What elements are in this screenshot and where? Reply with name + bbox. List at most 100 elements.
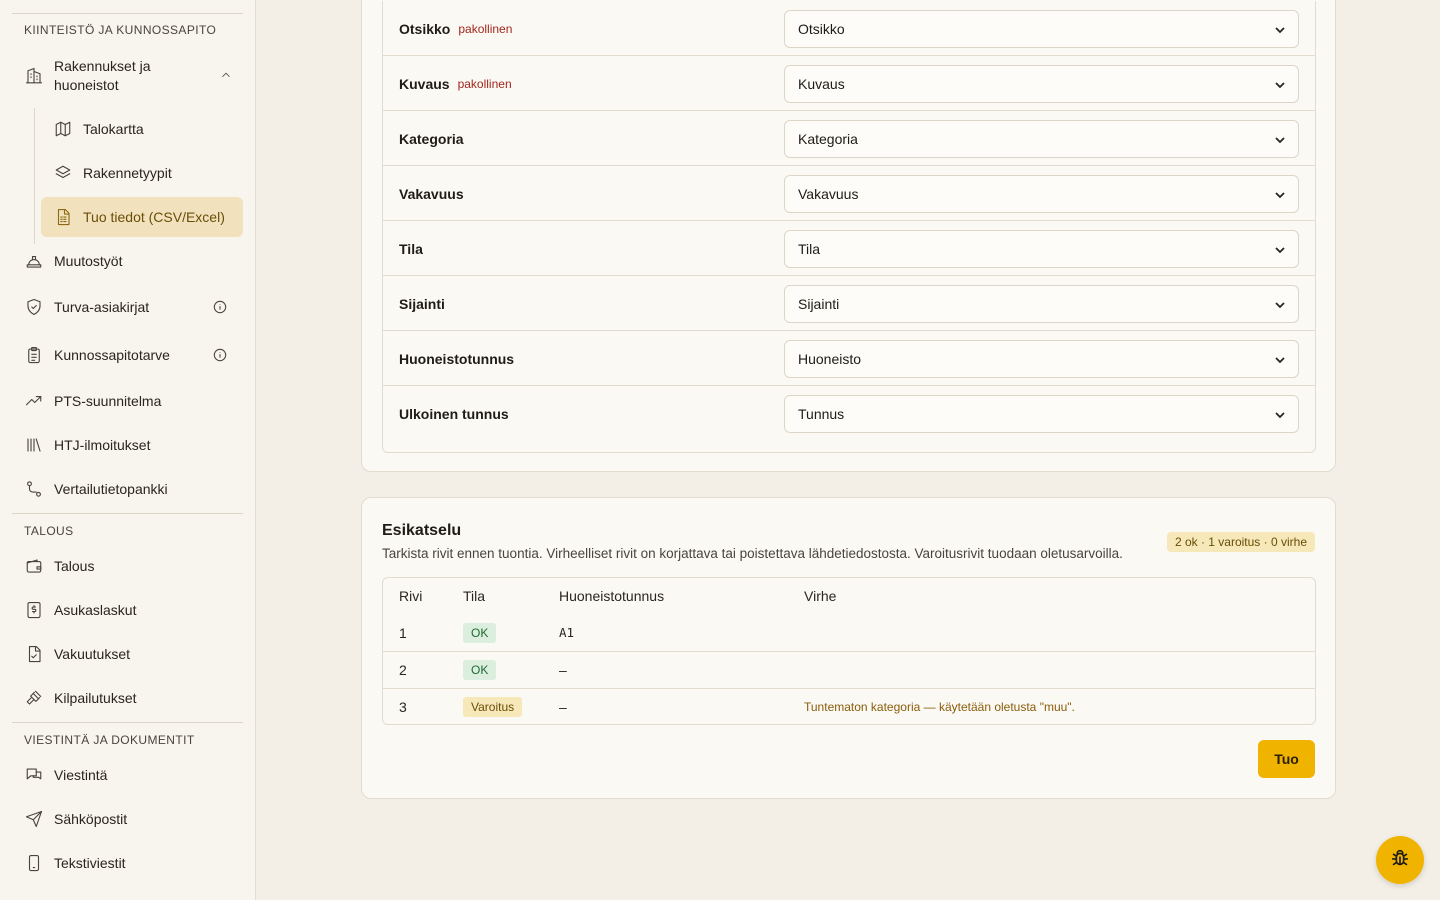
table-row: 2 OK – <box>383 651 1315 688</box>
row-number: 3 <box>399 699 407 715</box>
sidebar-item-vakuutukset[interactable]: Vakuutukset <box>12 634 243 674</box>
sidebar-item-vertailutietopankki[interactable]: Vertailutietopankki <box>12 469 243 509</box>
preview-table: Rivi Tila Huoneistotunnus Virhe 1 OK A1 … <box>382 577 1316 725</box>
chevron-down-icon <box>1274 243 1286 255</box>
row-number: 1 <box>399 624 407 641</box>
otsikko-column-select[interactable]: Otsikko <box>784 10 1299 48</box>
sidebar-item-label: Rakennetyypit <box>83 165 172 181</box>
layers-icon <box>53 163 73 183</box>
sidebar-item-label: Turva-asiakirjat <box>54 299 150 315</box>
file-check-icon <box>24 644 44 664</box>
select-value: Kuvaus <box>798 76 845 92</box>
section-label-viestinta: VIESTINTÄ JA DOKUMENTIT <box>24 733 195 747</box>
column-header-virhe: Virhe <box>804 588 837 604</box>
sidebar-item-htj-ilmoitukset[interactable]: HTJ-ilmoitukset <box>12 425 243 465</box>
info-icon[interactable] <box>213 348 227 362</box>
select-value: Tila <box>798 241 821 257</box>
column-header-rivi: Rivi <box>399 588 423 604</box>
sidebar-item-talous[interactable]: Talous <box>12 546 243 586</box>
hard-hat-icon <box>24 251 44 271</box>
sijainti-column-select[interactable]: Sijainti <box>784 285 1299 323</box>
huoneistotunnus-column-select[interactable]: Huoneisto <box>784 340 1299 378</box>
sidebar-item-label: Muutostyöt <box>54 253 123 269</box>
select-value: Tunnus <box>798 406 845 422</box>
sidebar-item-tekstiviestit[interactable]: Tekstiviestit <box>12 843 243 883</box>
sidebar-divider <box>12 513 243 514</box>
chevron-down-icon <box>1274 353 1286 365</box>
info-icon[interactable] <box>213 300 227 314</box>
sidebar-item-tuo-tiedot[interactable]: Tuo tiedot (CSV/Excel) <box>41 197 243 237</box>
mapping-row-tila: Tila Tila <box>383 221 1315 276</box>
apartment-id: A1 <box>559 625 575 640</box>
select-value: Vakavuus <box>798 186 859 202</box>
sidebar-item-label: PTS-suunnitelma <box>54 393 162 409</box>
sidebar-divider <box>12 722 243 723</box>
chat-icon <box>24 765 44 785</box>
send-icon <box>24 809 44 829</box>
sidebar-group-rakennukset[interactable]: Rakennukset ja huoneistot <box>12 50 243 102</box>
select-value: Kategoria <box>798 131 858 147</box>
sidebar-item-label: Sähköpostit <box>54 811 128 827</box>
column-mapping-table: Otsikko pakollinen Otsikko Kuvaus pakollin… <box>382 1 1316 453</box>
sidebar-item-pts-suunnitelma[interactable]: PTS-suunnitelma <box>12 381 243 421</box>
field-label: Sijainti <box>399 295 445 312</box>
status-badge: OK <box>463 660 497 680</box>
status-badge: Varoitus <box>463 697 523 717</box>
bug-icon <box>1389 847 1411 874</box>
column-mapping-card: Otsikko pakollinen Otsikko Kuvaus pakollin… <box>361 0 1336 472</box>
sidebar-item-label: Asukaslaskut <box>54 602 137 618</box>
field-label: Tila <box>399 240 423 257</box>
vakavuus-column-select[interactable]: Vakavuus <box>784 175 1299 213</box>
select-value: Otsikko <box>798 21 845 37</box>
sidebar-item-label: HTJ-ilmoitukset <box>54 437 151 453</box>
select-value: Sijainti <box>798 296 840 312</box>
invoice-icon <box>24 600 44 620</box>
sidebar-item-talokartta[interactable]: Talokartta <box>41 109 243 149</box>
sidebar-item-label: Tekstiviestit <box>54 855 126 871</box>
chevron-down-icon <box>1274 298 1286 310</box>
sidebar-group-label: Rakennukset ja huoneistot <box>54 58 151 93</box>
row-number: 2 <box>399 662 407 678</box>
import-button[interactable]: Tuo <box>1258 740 1315 778</box>
apartment-id: – <box>559 662 567 678</box>
bug-report-button[interactable] <box>1376 836 1424 884</box>
sidebar: KIINTEISTÖ JA KUNNOSSAPITO Rakennukset j… <box>0 0 256 900</box>
preview-card: Esikatselu Tarkista rivit ennen tuontia.… <box>361 497 1336 799</box>
sidebar-item-label: Kunnossapitotarve <box>54 347 170 363</box>
clipboard-icon <box>24 345 44 365</box>
sidebar-item-sahkopostit[interactable]: Sähköpostit <box>12 799 243 839</box>
column-header-tila: Tila <box>463 588 486 604</box>
mapping-row-huoneistotunnus: Huoneistotunnus Huoneisto <box>383 331 1315 386</box>
sidebar-divider <box>12 13 243 14</box>
field-label: Kategoria <box>399 130 464 147</box>
sidebar-item-rakennetyypit[interactable]: Rakennetyypit <box>41 153 243 193</box>
select-value: Huoneisto <box>798 351 862 367</box>
trend-icon <box>24 391 44 411</box>
sidebar-item-turva-asiakirjat[interactable]: Turva-asiakirjat <box>12 287 243 327</box>
map-icon <box>53 119 73 139</box>
sidebar-item-label: Kilpailutukset <box>54 690 137 706</box>
sidebar-item-kilpailutukset[interactable]: Kilpailutukset <box>12 678 243 718</box>
ulkoinen-tunnus-column-select[interactable]: Tunnus <box>784 395 1299 433</box>
sidebar-item-label: Vakuutukset <box>54 646 131 662</box>
kuvaus-column-select[interactable]: Kuvaus <box>784 65 1299 103</box>
submenu-line <box>34 108 35 244</box>
error-message: Tuntematon kategoria — käytetään oletust… <box>804 700 1075 714</box>
preview-description: Tarkista rivit ennen tuontia. Virheellis… <box>382 546 1123 561</box>
field-label: Vakavuus <box>399 185 464 202</box>
chevron-up-icon <box>219 68 233 82</box>
sidebar-item-label: Tuo tiedot (CSV/Excel) <box>83 209 225 225</box>
tila-column-select[interactable]: Tila <box>784 230 1299 268</box>
sidebar-item-asukaslaskut[interactable]: Asukaslaskut <box>12 590 243 630</box>
gavel-icon <box>24 688 44 708</box>
chevron-down-icon <box>1274 408 1286 420</box>
chevron-down-icon <box>1274 188 1286 200</box>
sidebar-item-kunnossapitotarve[interactable]: Kunnossapitotarve <box>12 335 243 375</box>
kategoria-column-select[interactable]: Kategoria <box>784 120 1299 158</box>
wallet-icon <box>24 556 44 576</box>
section-label-kiinteisto: KIINTEISTÖ JA KUNNOSSAPITO <box>24 23 217 37</box>
field-label: Ulkoinen tunnus <box>399 405 509 422</box>
field-label: Otsikko <box>399 20 451 37</box>
sidebar-item-muutostyot[interactable]: Muutostyöt <box>12 241 243 281</box>
sidebar-item-viestinta[interactable]: Viestintä <box>12 755 243 795</box>
